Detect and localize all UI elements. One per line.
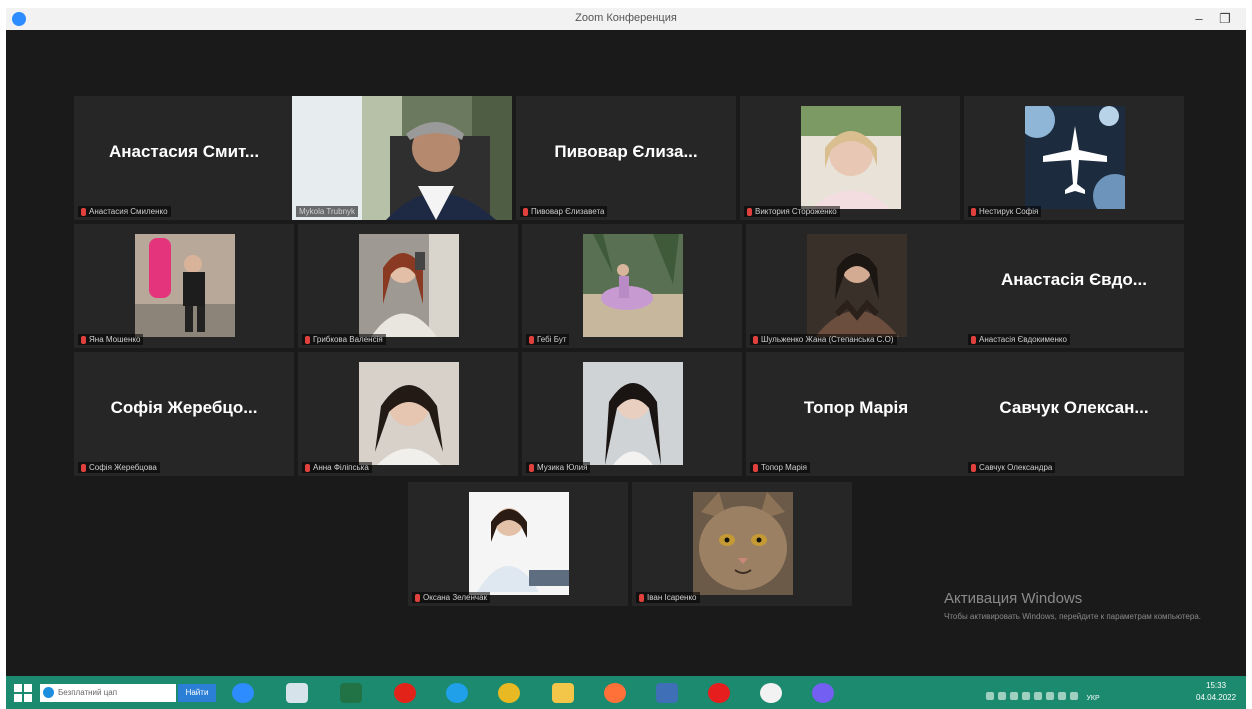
participant-label: Оксана Зеленчак xyxy=(412,592,491,603)
mic-muted-icon xyxy=(529,335,534,344)
taskbar-clock[interactable]: 15:33 04.04.2022 xyxy=(1196,680,1236,704)
participant-tile-topor[interactable]: Топор Марія Топор Марія xyxy=(746,352,966,476)
participant-video xyxy=(292,96,512,220)
participant-label: Іван Ісаренко xyxy=(636,592,700,603)
yandex-browser-icon[interactable] xyxy=(760,683,782,703)
participant-name-large: Софія Жеребцо... xyxy=(110,398,258,417)
windows-taskbar: Безплатний цап Найти УКР 15:33 04.04.202… xyxy=(6,676,1246,709)
mic-muted-icon xyxy=(523,207,528,216)
participant-label: Топор Марія xyxy=(750,462,810,473)
participant-avatar xyxy=(583,362,683,465)
mic-muted-icon xyxy=(529,463,534,472)
participant-label: Виктория Стороженко xyxy=(744,206,840,217)
language-indicator[interactable]: УКР xyxy=(1086,695,1099,703)
mic-muted-icon xyxy=(81,207,86,216)
participant-tile-yana[interactable]: Яна Мошенко xyxy=(74,224,294,348)
gallery-view: Анастасия Смит... Анастасия Смиленко Myk… xyxy=(6,30,1246,676)
mic-muted-icon xyxy=(639,593,644,602)
participant-label: Нестирук Софія xyxy=(968,206,1042,217)
participant-label: Анастасія Євдокименко xyxy=(968,334,1070,345)
mic-muted-icon xyxy=(747,207,752,216)
participant-tile-shulzhenko[interactable]: Шульженко Жана (Степанська С.О) xyxy=(746,224,966,348)
participant-label: Яна Мошенко xyxy=(78,334,144,345)
participant-label: Анастасия Смиленко xyxy=(78,206,171,217)
mic-muted-icon xyxy=(971,335,976,344)
participant-name-large: Топор Марія xyxy=(803,398,909,417)
windows-start-icon[interactable] xyxy=(14,684,32,702)
participant-avatar xyxy=(583,234,683,337)
participant-label: Гебі Бут xyxy=(526,334,570,345)
participant-avatar xyxy=(469,492,569,595)
zoom-icon[interactable] xyxy=(232,683,254,703)
mic-muted-icon xyxy=(305,335,310,344)
explorer-icon[interactable] xyxy=(552,683,574,703)
participant-name-large: Савчук Олексан... xyxy=(999,398,1149,417)
yandex-icon[interactable] xyxy=(708,683,730,703)
participant-tile-anastasia-e[interactable]: Анастасія Євдо... Анастасія Євдокименко xyxy=(964,224,1184,348)
participant-tile-oksana[interactable]: Оксана Зеленчак xyxy=(408,482,628,606)
clock-date: 04.04.2022 xyxy=(1196,693,1237,702)
taskbar-search-button[interactable]: Найти xyxy=(178,684,216,702)
close-button[interactable] xyxy=(1238,8,1246,30)
mic-muted-icon xyxy=(415,593,420,602)
participant-tile-mykola[interactable]: Mykola Trubnyk xyxy=(292,96,512,220)
participant-avatar xyxy=(359,362,459,465)
mic-muted-icon xyxy=(753,335,758,344)
participant-tile-anna[interactable]: Анна Філіпська xyxy=(298,352,518,476)
participant-name-large: Пивовар Єлиза... xyxy=(554,142,698,161)
participant-label: Грибкова Валенсія xyxy=(302,334,386,345)
participant-avatar xyxy=(1025,106,1125,209)
participant-label: Шульженко Жана (Степанська С.О) xyxy=(750,334,897,345)
window-titlebar: Zoom Конференция ‒ ❐ xyxy=(6,8,1246,30)
taskbar-search-input[interactable]: Безплатний цап xyxy=(40,684,176,702)
participant-name-large: Анастасія Євдо... xyxy=(1001,270,1147,289)
minimize-button[interactable]: ‒ xyxy=(1186,8,1212,30)
participant-label: Софія Жеребцова xyxy=(78,462,160,473)
media-icon[interactable] xyxy=(656,683,678,703)
clock-time: 15:33 xyxy=(1206,681,1227,690)
participant-tile-viktoria[interactable]: Виктория Стороженко xyxy=(740,96,960,220)
system-tray[interactable]: УКР xyxy=(986,687,1166,702)
participant-tile-nestyruk[interactable]: Нестирук Софія xyxy=(964,96,1184,220)
chrome-icon[interactable] xyxy=(498,683,520,703)
participant-tile-muzyka[interactable]: Музика Юлия xyxy=(522,352,742,476)
participant-avatar xyxy=(801,106,901,209)
participant-tile-sofia[interactable]: Софія Жеребцо... Софія Жеребцова xyxy=(74,352,294,476)
mic-muted-icon xyxy=(971,463,976,472)
watermark-title: Активация Windows xyxy=(944,590,1083,607)
mic-muted-icon xyxy=(971,207,976,216)
window-title: Zoom Конференция xyxy=(575,12,677,24)
excel-icon[interactable] xyxy=(340,683,362,703)
participant-label: Музика Юлия xyxy=(526,462,591,473)
mic-muted-icon xyxy=(81,335,86,344)
search-icon xyxy=(43,687,54,698)
firefox-icon[interactable] xyxy=(604,683,626,703)
mic-muted-icon xyxy=(753,463,758,472)
participant-label: Mykola Trubnyk xyxy=(296,206,359,217)
windows-activation-watermark: Активация Windows Чтобы активировать Win… xyxy=(944,590,1214,622)
participant-avatar xyxy=(693,492,793,595)
participant-avatar xyxy=(359,234,459,337)
maximize-button[interactable]: ❐ xyxy=(1212,8,1238,30)
participant-label: Анна Філіпська xyxy=(302,462,372,473)
participant-tile-ivan[interactable]: Іван Ісаренко xyxy=(632,482,852,606)
mic-muted-icon xyxy=(305,463,310,472)
participant-avatar xyxy=(807,234,907,337)
participant-tile-pyvovar[interactable]: Пивовар Єлиза... Пивовар Єлизавета xyxy=(516,96,736,220)
participant-tile-gebi[interactable]: Гебі Бут xyxy=(522,224,742,348)
ie-icon[interactable] xyxy=(446,683,468,703)
participant-name-large: Анастасия Смит... xyxy=(108,142,260,161)
participant-label: Савчук Олександра xyxy=(968,462,1056,473)
file-icon[interactable] xyxy=(286,683,308,703)
participant-tile-savchuk[interactable]: Савчук Олексан... Савчук Олександра xyxy=(964,352,1184,476)
opera-icon[interactable] xyxy=(394,683,416,703)
participant-avatar xyxy=(135,234,235,337)
participant-tile-anastasia-s[interactable]: Анастасия Смит... Анастасия Смиленко xyxy=(74,96,294,220)
participant-label: Пивовар Єлизавета xyxy=(520,206,608,217)
participant-tile-hrybkova[interactable]: Грибкова Валенсія xyxy=(298,224,518,348)
viber-icon[interactable] xyxy=(812,683,834,703)
watermark-subtitle: Чтобы активировать Windows, перейдите к … xyxy=(944,612,1201,621)
mic-muted-icon xyxy=(81,463,86,472)
